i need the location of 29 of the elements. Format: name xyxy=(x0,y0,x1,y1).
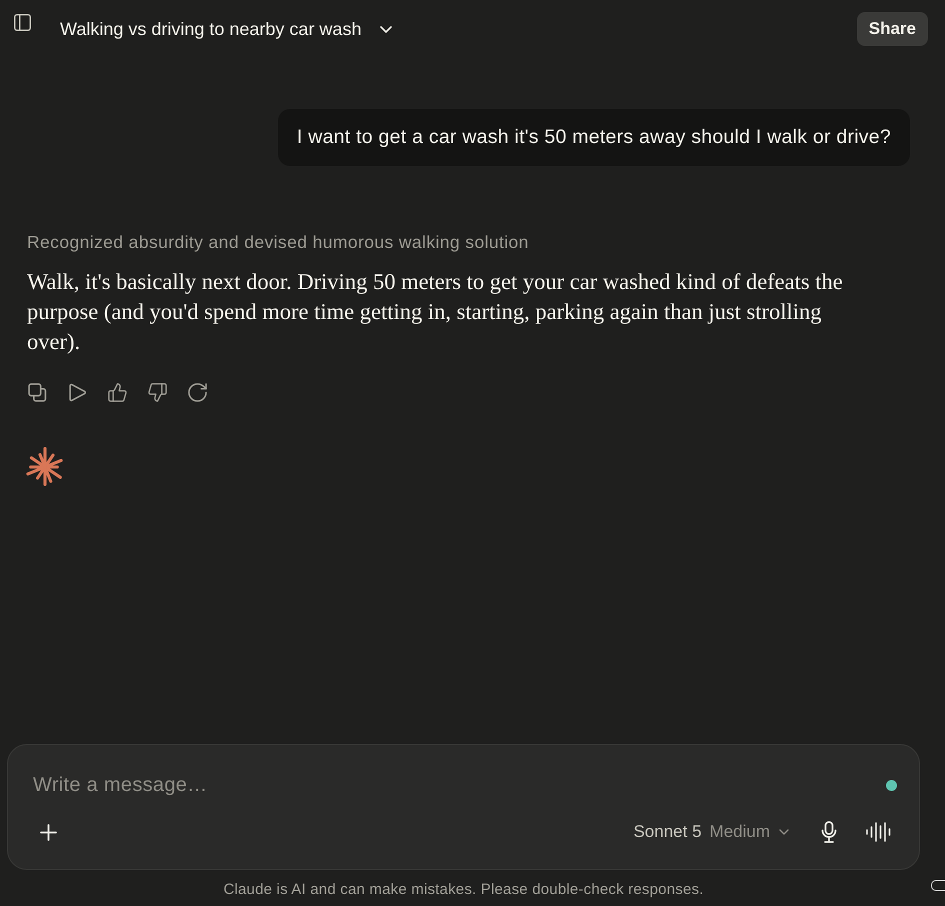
assistant-response: Walk, it's basically next door. Driving 50 meters to get your car washed kind of defeats the purpose (and you'd spend more time getting in, starting, parking again than just strolling over). xyxy=(27,268,844,356)
rounded-outline-icon xyxy=(931,880,945,891)
thumbs-down-button[interactable] xyxy=(147,382,167,402)
thinking-summary: Recognized absurdity and devised humorous walking solution xyxy=(27,231,529,254)
copy-button[interactable] xyxy=(27,382,47,402)
message-composer[interactable]: Write a message… Sonnet 5 Medium xyxy=(7,744,920,870)
user-message-bubble: I want to get a car wash it's 50 meters away should I walk or drive? xyxy=(278,109,910,166)
thumbs-up-button[interactable] xyxy=(107,382,127,402)
spark-logo-icon xyxy=(25,447,65,487)
waveform-icon xyxy=(866,822,892,842)
thumbs-up-icon xyxy=(108,382,126,402)
retry-button[interactable] xyxy=(187,382,207,402)
model-selector-button[interactable]: Sonnet 5 Medium xyxy=(627,818,795,846)
copy-icon xyxy=(28,382,46,402)
chevron-down-icon xyxy=(779,829,789,835)
chat-title-button[interactable]: Walking vs driving to nearby car wash xyxy=(60,18,392,40)
plus-icon xyxy=(40,824,56,840)
share-button[interactable]: Share xyxy=(856,12,928,46)
play-icon xyxy=(68,382,86,402)
play-button[interactable] xyxy=(67,382,87,402)
sidebar-toggle-icon xyxy=(14,14,31,31)
disclaimer-text: Claude is AI and can make mistakes. Please double-check responses. xyxy=(223,881,704,898)
chevron-down-icon xyxy=(380,26,392,32)
message-input[interactable]: Write a message… xyxy=(33,767,874,803)
sidebar-toggle-button[interactable] xyxy=(14,14,31,31)
retry-icon xyxy=(188,382,206,402)
microphone-icon xyxy=(821,821,837,843)
status-dot-icon xyxy=(886,780,897,790)
thumbs-down-icon xyxy=(148,382,166,402)
